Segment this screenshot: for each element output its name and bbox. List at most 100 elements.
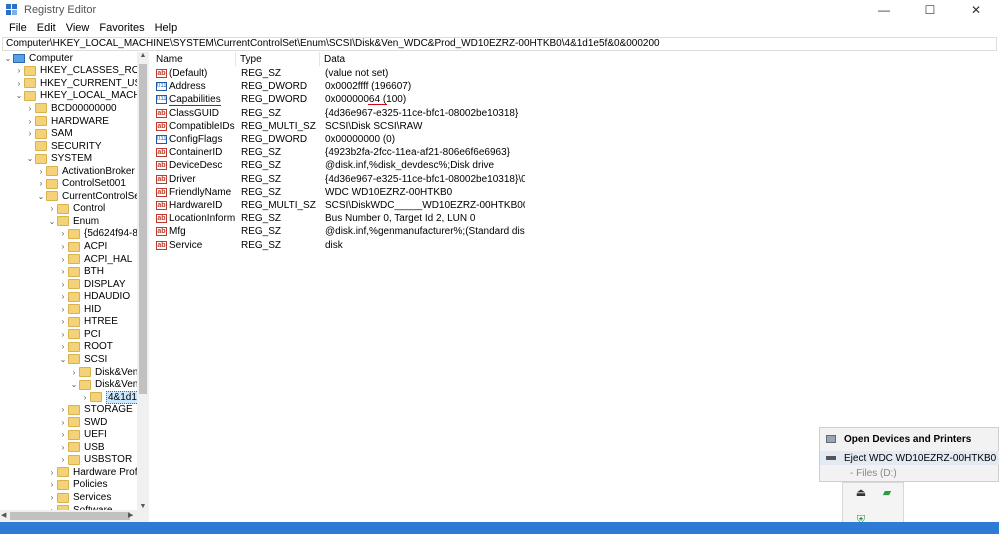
value-row[interactable]: ab ContainerID REG_SZ {4923b2fa-2fcc-11ea-a… <box>152 146 672 159</box>
value-row[interactable]: ab ClassGUID REG_SZ {4d36e967-e325-11ce-bfc… <box>152 107 672 120</box>
expand-chevron-icon[interactable]: › <box>58 405 68 414</box>
tree-node[interactable]: › Hardware Profiles <box>47 466 148 479</box>
tree-node[interactable]: › {5d624f94-885 <box>58 228 148 241</box>
usb-drive-icon[interactable]: ⏏ <box>855 487 867 499</box>
expand-chevron-icon[interactable]: › <box>58 255 68 264</box>
expand-chevron-icon[interactable]: › <box>58 418 68 427</box>
expand-chevron-icon[interactable]: › <box>14 79 24 88</box>
tree-node[interactable]: ⌄ CurrentControlSet <box>36 190 143 203</box>
tree-node[interactable]: › ActivationBroker <box>36 165 135 178</box>
value-row[interactable]: ab DeviceDesc REG_SZ @disk.inf,%disk_devdes… <box>152 159 672 172</box>
value-row[interactable]: 011 Address REG_DWORD 0x0002ffff (196607) <box>152 80 672 93</box>
tree-node[interactable]: › HTREE <box>58 316 118 329</box>
eject-drive-item[interactable]: Eject WDC WD10EZRZ-00HTKB0 <box>820 451 999 465</box>
scroll-down-arrow-icon[interactable]: ▼ <box>137 503 149 510</box>
menu-file[interactable]: File <box>4 22 32 34</box>
tree-vertical-scrollbar[interactable]: ▲ ▼ <box>137 52 149 510</box>
column-header-name[interactable]: Name <box>152 52 236 66</box>
tree-node[interactable]: › Policies <box>47 479 108 492</box>
expand-chevron-icon[interactable]: › <box>25 104 35 113</box>
tree-node[interactable]: ⌄ HKEY_LOCAL_MACHINE <box>14 90 148 103</box>
tree-node[interactable]: › HID <box>58 303 102 316</box>
tree-node[interactable]: › HARDWARE <box>25 115 109 128</box>
value-row[interactable]: 011 ConfigFlags REG_DWORD 0x00000000 (0) <box>152 133 672 146</box>
maximize-button[interactable]: ☐ <box>907 0 953 20</box>
expand-chevron-icon[interactable]: › <box>58 280 68 289</box>
value-row[interactable]: ab FriendlyName REG_SZ WDC WD10EZRZ-00HTKB0 <box>152 186 672 199</box>
tree-node[interactable]: › Services <box>47 491 112 504</box>
expand-chevron-icon[interactable]: › <box>36 179 46 188</box>
tree-node[interactable]: › Control <box>47 203 106 216</box>
column-header-data[interactable]: Data <box>320 52 520 66</box>
expand-chevron-icon[interactable]: › <box>69 368 79 377</box>
scroll-thumb[interactable] <box>10 512 130 520</box>
tree-node[interactable]: ⌄ Enum <box>47 215 99 228</box>
tree-node[interactable]: ⌄ SCSI <box>58 353 108 366</box>
tree-node[interactable]: › HKEY_CLASSES_ROOT <box>14 65 148 78</box>
scroll-left-arrow-icon[interactable]: ◀ <box>1 510 6 522</box>
expand-chevron-icon[interactable]: › <box>36 167 46 176</box>
tree-node[interactable]: ⌄ Disk&Ven_\ <box>69 378 147 391</box>
expand-chevron-icon[interactable]: › <box>47 493 57 502</box>
expand-chevron-icon[interactable]: › <box>25 129 35 138</box>
expand-chevron-icon[interactable]: › <box>25 117 35 126</box>
tree-node[interactable]: › DISPLAY <box>58 278 126 291</box>
value-row[interactable]: 011 Capabilities REG_DWORD 0x00000064 (100) <box>152 93 672 107</box>
collapse-chevron-icon[interactable]: ⌄ <box>47 217 57 226</box>
menu-edit[interactable]: Edit <box>32 22 61 34</box>
close-button[interactable]: ✕ <box>953 0 999 20</box>
scroll-right-arrow-icon[interactable]: ▶ <box>128 510 133 522</box>
value-row[interactable]: ab HardwareID REG_MULTI_SZ SCSI\DiskWDC____… <box>152 199 672 212</box>
expand-chevron-icon[interactable]: › <box>58 267 68 276</box>
tree-node[interactable]: › STORAGE <box>58 403 133 416</box>
value-row[interactable]: ab Service REG_SZ disk <box>152 239 672 252</box>
value-row[interactable]: abLocationInform... REG_SZ Bus Number 0, T… <box>152 212 672 225</box>
tree-node[interactable]: SECURITY <box>25 140 102 153</box>
expand-chevron-icon[interactable]: › <box>14 66 24 75</box>
expand-chevron-icon[interactable]: › <box>80 393 90 402</box>
collapse-chevron-icon[interactable]: ⌄ <box>58 355 68 364</box>
expand-chevron-icon[interactable]: › <box>58 229 68 238</box>
value-row[interactable]: ab Mfg REG_SZ @disk.inf,%genmanufacturer%;(… <box>152 225 672 238</box>
value-row[interactable]: ab Driver REG_SZ {4d36e967-e325-11ce-bfc1-0… <box>152 173 672 186</box>
expand-chevron-icon[interactable]: › <box>58 342 68 351</box>
tree-node[interactable]: › HKEY_CURRENT_USER <box>14 77 148 90</box>
tree-node[interactable]: › ROOT <box>58 341 113 354</box>
expand-chevron-icon[interactable]: › <box>58 292 68 301</box>
expand-chevron-icon[interactable]: › <box>58 305 68 314</box>
tree-node[interactable]: ⌄ Computer <box>3 52 73 65</box>
tree-node[interactable]: › UEFI <box>58 429 107 442</box>
tree-node[interactable]: › PCI <box>58 328 101 341</box>
tree-node[interactable]: › SWD <box>58 416 108 429</box>
menu-help[interactable]: Help <box>150 22 183 34</box>
value-row[interactable]: ab (Default) REG_SZ (value not set) <box>152 67 672 80</box>
collapse-chevron-icon[interactable]: ⌄ <box>14 91 24 100</box>
tree-horizontal-scrollbar[interactable]: ◀ ▶ <box>0 510 149 522</box>
collapse-chevron-icon[interactable]: ⌄ <box>36 192 46 201</box>
tree-node[interactable]: › SAM <box>25 127 73 140</box>
tree-node[interactable]: › USBSTOR <box>58 454 133 467</box>
expand-chevron-icon[interactable]: › <box>58 317 68 326</box>
collapse-chevron-icon[interactable]: ⌄ <box>69 380 79 389</box>
tree-node[interactable]: › HDAUDIO <box>58 290 130 303</box>
menu-favorites[interactable]: Favorites <box>94 22 149 34</box>
expand-chevron-icon[interactable]: › <box>58 430 68 439</box>
collapse-chevron-icon[interactable]: ⌄ <box>25 154 35 163</box>
tree-node[interactable]: › ACPI_HAL <box>58 253 133 266</box>
scroll-thumb[interactable] <box>139 64 147 394</box>
tree-node[interactable]: › BTH <box>58 265 104 278</box>
tree-node[interactable]: ⌄ SYSTEM <box>25 152 92 165</box>
expand-chevron-icon[interactable]: › <box>58 443 68 452</box>
address-bar[interactable]: Computer\HKEY_LOCAL_MACHINE\SYSTEM\Curre… <box>2 37 997 51</box>
network-icon[interactable]: ▰ <box>881 487 893 499</box>
expand-chevron-icon[interactable]: › <box>47 204 57 213</box>
expand-chevron-icon[interactable]: › <box>58 455 68 464</box>
collapse-chevron-icon[interactable]: ⌄ <box>3 54 13 63</box>
expand-chevron-icon[interactable]: › <box>47 468 57 477</box>
expand-chevron-icon[interactable]: › <box>58 242 68 251</box>
open-devices-item[interactable]: Open Devices and Printers <box>820 432 999 446</box>
expand-chevron-icon[interactable]: › <box>47 480 57 489</box>
value-row[interactable]: ab CompatibleIDs REG_MULTI_SZ SCSI\Disk SCS… <box>152 120 672 133</box>
tree-node[interactable]: › Disk&Ven_I <box>69 366 147 379</box>
tree-node[interactable]: › USB <box>58 441 105 454</box>
